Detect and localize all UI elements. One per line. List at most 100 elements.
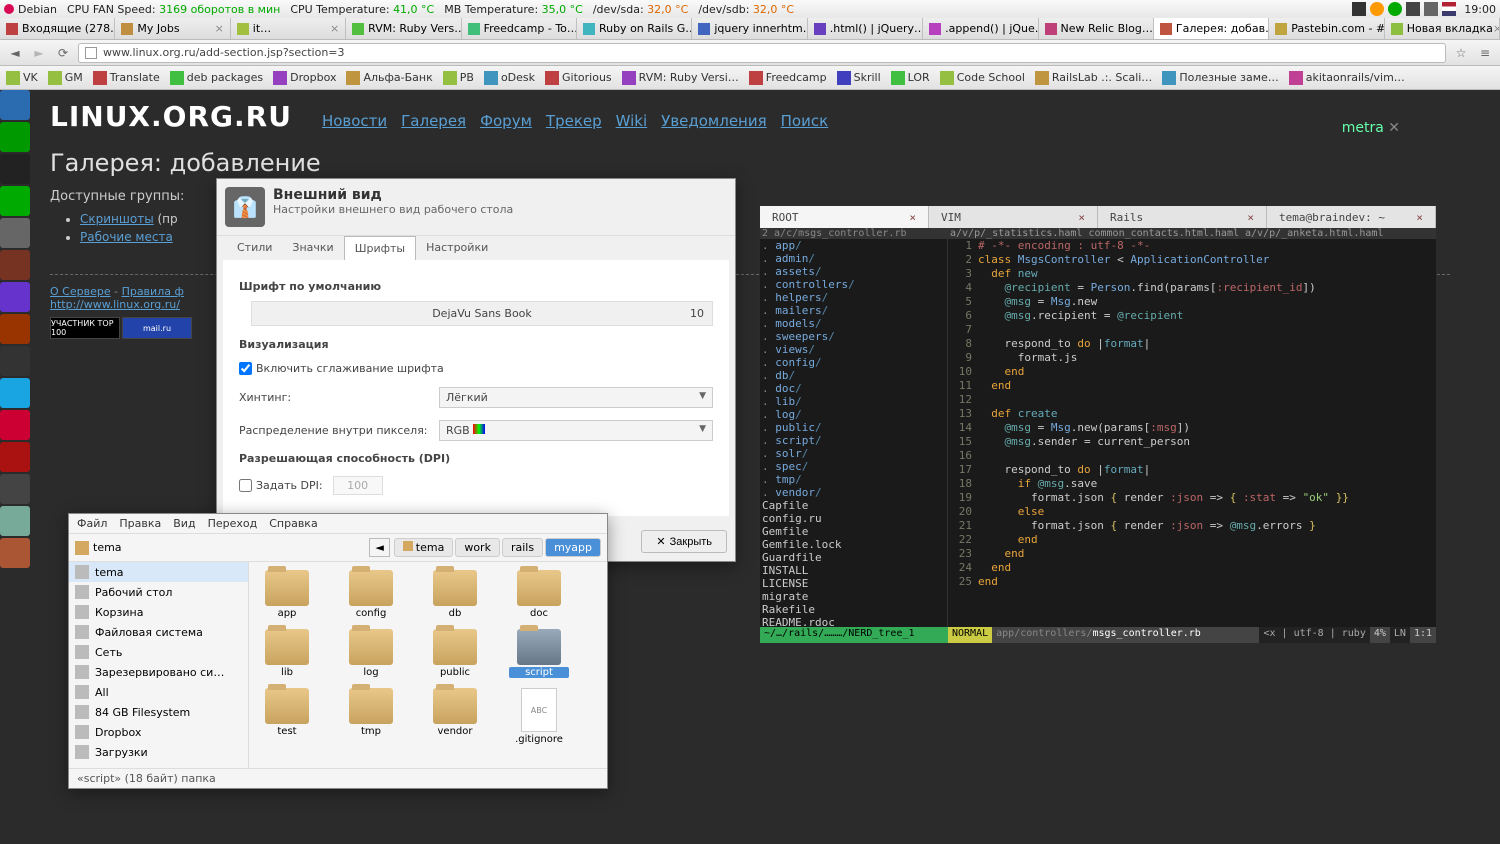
sidebar-place[interactable]: 84 GB Filesystem: [69, 702, 248, 722]
browser-tab[interactable]: .append() | jQue…×: [923, 18, 1038, 39]
tree-node[interactable]: INSTALL: [762, 564, 945, 577]
tree-node[interactable]: LICENSE: [762, 577, 945, 590]
close-tab-icon[interactable]: ×: [1416, 211, 1423, 224]
terminal-tab[interactable]: Rails×: [1098, 206, 1267, 228]
launcher-app-icon[interactable]: [0, 218, 30, 248]
tree-node[interactable]: . script/: [762, 434, 945, 447]
code-line[interactable]: 13 def create: [948, 407, 1436, 421]
breadcrumb-segment[interactable]: rails: [502, 538, 543, 557]
tree-node[interactable]: Gemfile: [762, 525, 945, 538]
nav-link[interactable]: Wiki: [616, 112, 648, 130]
sidebar-place[interactable]: Корзина: [69, 602, 248, 622]
menu-icon[interactable]: ≡: [1476, 44, 1494, 62]
folder-item[interactable]: doc: [509, 570, 569, 619]
tree-node[interactable]: . admin/: [762, 252, 945, 265]
launcher-app-icon[interactable]: [0, 314, 30, 344]
browser-tab[interactable]: Новая вкладка×: [1385, 18, 1500, 39]
keyboard-layout-icon[interactable]: [1442, 2, 1456, 16]
code-line[interactable]: 4 @recipient = Person.find(params[:recip…: [948, 281, 1436, 295]
code-line[interactable]: 10 end: [948, 365, 1436, 379]
home-folder-icon[interactable]: [75, 541, 89, 555]
bookmark-item[interactable]: LOR: [891, 71, 930, 85]
footer-link[interactable]: Правила ф: [122, 285, 184, 298]
code-line[interactable]: 3 def new: [948, 267, 1436, 281]
footer-link[interactable]: http://www.linux.org.ru/: [50, 298, 180, 311]
tree-node[interactable]: README.rdoc: [762, 616, 945, 627]
tree-node[interactable]: . sweepers/: [762, 330, 945, 343]
code-line[interactable]: 16: [948, 449, 1436, 463]
bookmark-item[interactable]: PB: [443, 71, 474, 85]
tree-node[interactable]: . assets/: [762, 265, 945, 278]
antialias-checkbox[interactable]: [239, 362, 252, 375]
tree-node[interactable]: . tmp/: [762, 473, 945, 486]
folder-item[interactable]: app: [257, 570, 317, 619]
bookmark-item[interactable]: deb packages: [170, 71, 263, 85]
launcher-app-icon[interactable]: [0, 346, 30, 376]
sidebar-place[interactable]: Загрузки: [69, 742, 248, 762]
menu-item[interactable]: Правка: [119, 517, 161, 530]
vim-buffer-tab[interactable]: 2 a/c/msgs_controller.rb: [762, 228, 950, 239]
tree-node[interactable]: . solr/: [762, 447, 945, 460]
close-tab-icon[interactable]: ×: [1493, 22, 1500, 35]
menu-item[interactable]: Файл: [77, 517, 107, 530]
browser-tab[interactable]: RVM: Ruby Vers…×: [346, 18, 461, 39]
tree-node[interactable]: . spec/: [762, 460, 945, 473]
sidebar-place[interactable]: All: [69, 682, 248, 702]
code-line[interactable]: 19 format.json { render :json => { :stat…: [948, 491, 1436, 505]
file-item[interactable]: ABC.gitignore: [509, 688, 569, 745]
sidebar-place[interactable]: Зарезервировано си…: [69, 662, 248, 682]
dpi-input[interactable]: 100: [333, 476, 383, 495]
vim-buffer-tabs[interactable]: a/v/p/_statistics.haml common_contacts.h…: [950, 228, 1434, 239]
close-tab-icon[interactable]: ×: [909, 211, 916, 224]
code-line[interactable]: 23 end: [948, 547, 1436, 561]
nav-link[interactable]: Форум: [480, 112, 532, 130]
file-manager-content[interactable]: appconfigdbdocliblogpublicscripttesttmpv…: [249, 562, 607, 768]
back-button[interactable]: ◄: [6, 44, 24, 62]
code-line[interactable]: 20 else: [948, 505, 1436, 519]
tray-icon[interactable]: [1352, 2, 1366, 16]
nerdtree-panel[interactable]: . app/ . admin/ . assets/ . controllers/…: [760, 239, 948, 627]
tree-node[interactable]: . public/: [762, 421, 945, 434]
appearance-tab[interactable]: Значки: [282, 236, 343, 260]
group-link[interactable]: Скриншоты: [80, 212, 154, 226]
browser-tab[interactable]: Входящие (278…×: [0, 18, 115, 39]
launcher-app-icon[interactable]: [0, 154, 30, 184]
nav-link[interactable]: Галерея: [401, 112, 466, 130]
tree-node[interactable]: . lib/: [762, 395, 945, 408]
hinting-select[interactable]: Лёгкий: [439, 387, 713, 408]
tree-node[interactable]: Guardfile: [762, 551, 945, 564]
nav-link[interactable]: Уведомления: [661, 112, 766, 130]
menu-item[interactable]: Справка: [269, 517, 317, 530]
nav-link[interactable]: Новости: [322, 112, 387, 130]
code-line[interactable]: 12: [948, 393, 1436, 407]
tree-node[interactable]: . mailers/: [762, 304, 945, 317]
tray-icon[interactable]: [1370, 2, 1384, 16]
tree-node[interactable]: Gemfile.lock: [762, 538, 945, 551]
tree-node[interactable]: migrate: [762, 590, 945, 603]
launcher-app-icon[interactable]: [0, 442, 30, 472]
folder-item[interactable]: tmp: [341, 688, 401, 745]
bookmark-item[interactable]: akitaonrails/vim…: [1289, 71, 1405, 85]
breadcrumb-segment[interactable]: myapp: [545, 538, 601, 557]
launcher-app-icon[interactable]: [0, 410, 30, 440]
launcher-app-icon[interactable]: [0, 474, 30, 504]
close-tab-icon[interactable]: ×: [330, 22, 339, 35]
code-line[interactable]: 6 @msg.recipient = @recipient: [948, 309, 1436, 323]
mailru-badge[interactable]: mail.ru: [122, 317, 192, 339]
bookmark-item[interactable]: Альфа-Банк: [346, 71, 432, 85]
tree-node[interactable]: Capfile: [762, 499, 945, 512]
tree-node[interactable]: . models/: [762, 317, 945, 330]
bookmark-item[interactable]: Translate: [93, 71, 160, 85]
code-line[interactable]: 5 @msg = Msg.new: [948, 295, 1436, 309]
close-button[interactable]: ✕Закрыть: [641, 530, 727, 553]
group-link[interactable]: Рабочие места: [80, 230, 173, 244]
browser-tab[interactable]: it…×: [231, 18, 346, 39]
terminal-tab[interactable]: VIM×: [929, 206, 1098, 228]
tree-node[interactable]: . app/: [762, 239, 945, 252]
code-line[interactable]: 9 format.js: [948, 351, 1436, 365]
sidebar-place[interactable]: Сеть: [69, 642, 248, 662]
bookmark-item[interactable]: RVM: Ruby Versi…: [622, 71, 739, 85]
launcher-app-icon[interactable]: [0, 186, 30, 216]
launcher-app-icon[interactable]: [0, 538, 30, 568]
font-selector[interactable]: DejaVu Sans Book10: [251, 301, 713, 326]
